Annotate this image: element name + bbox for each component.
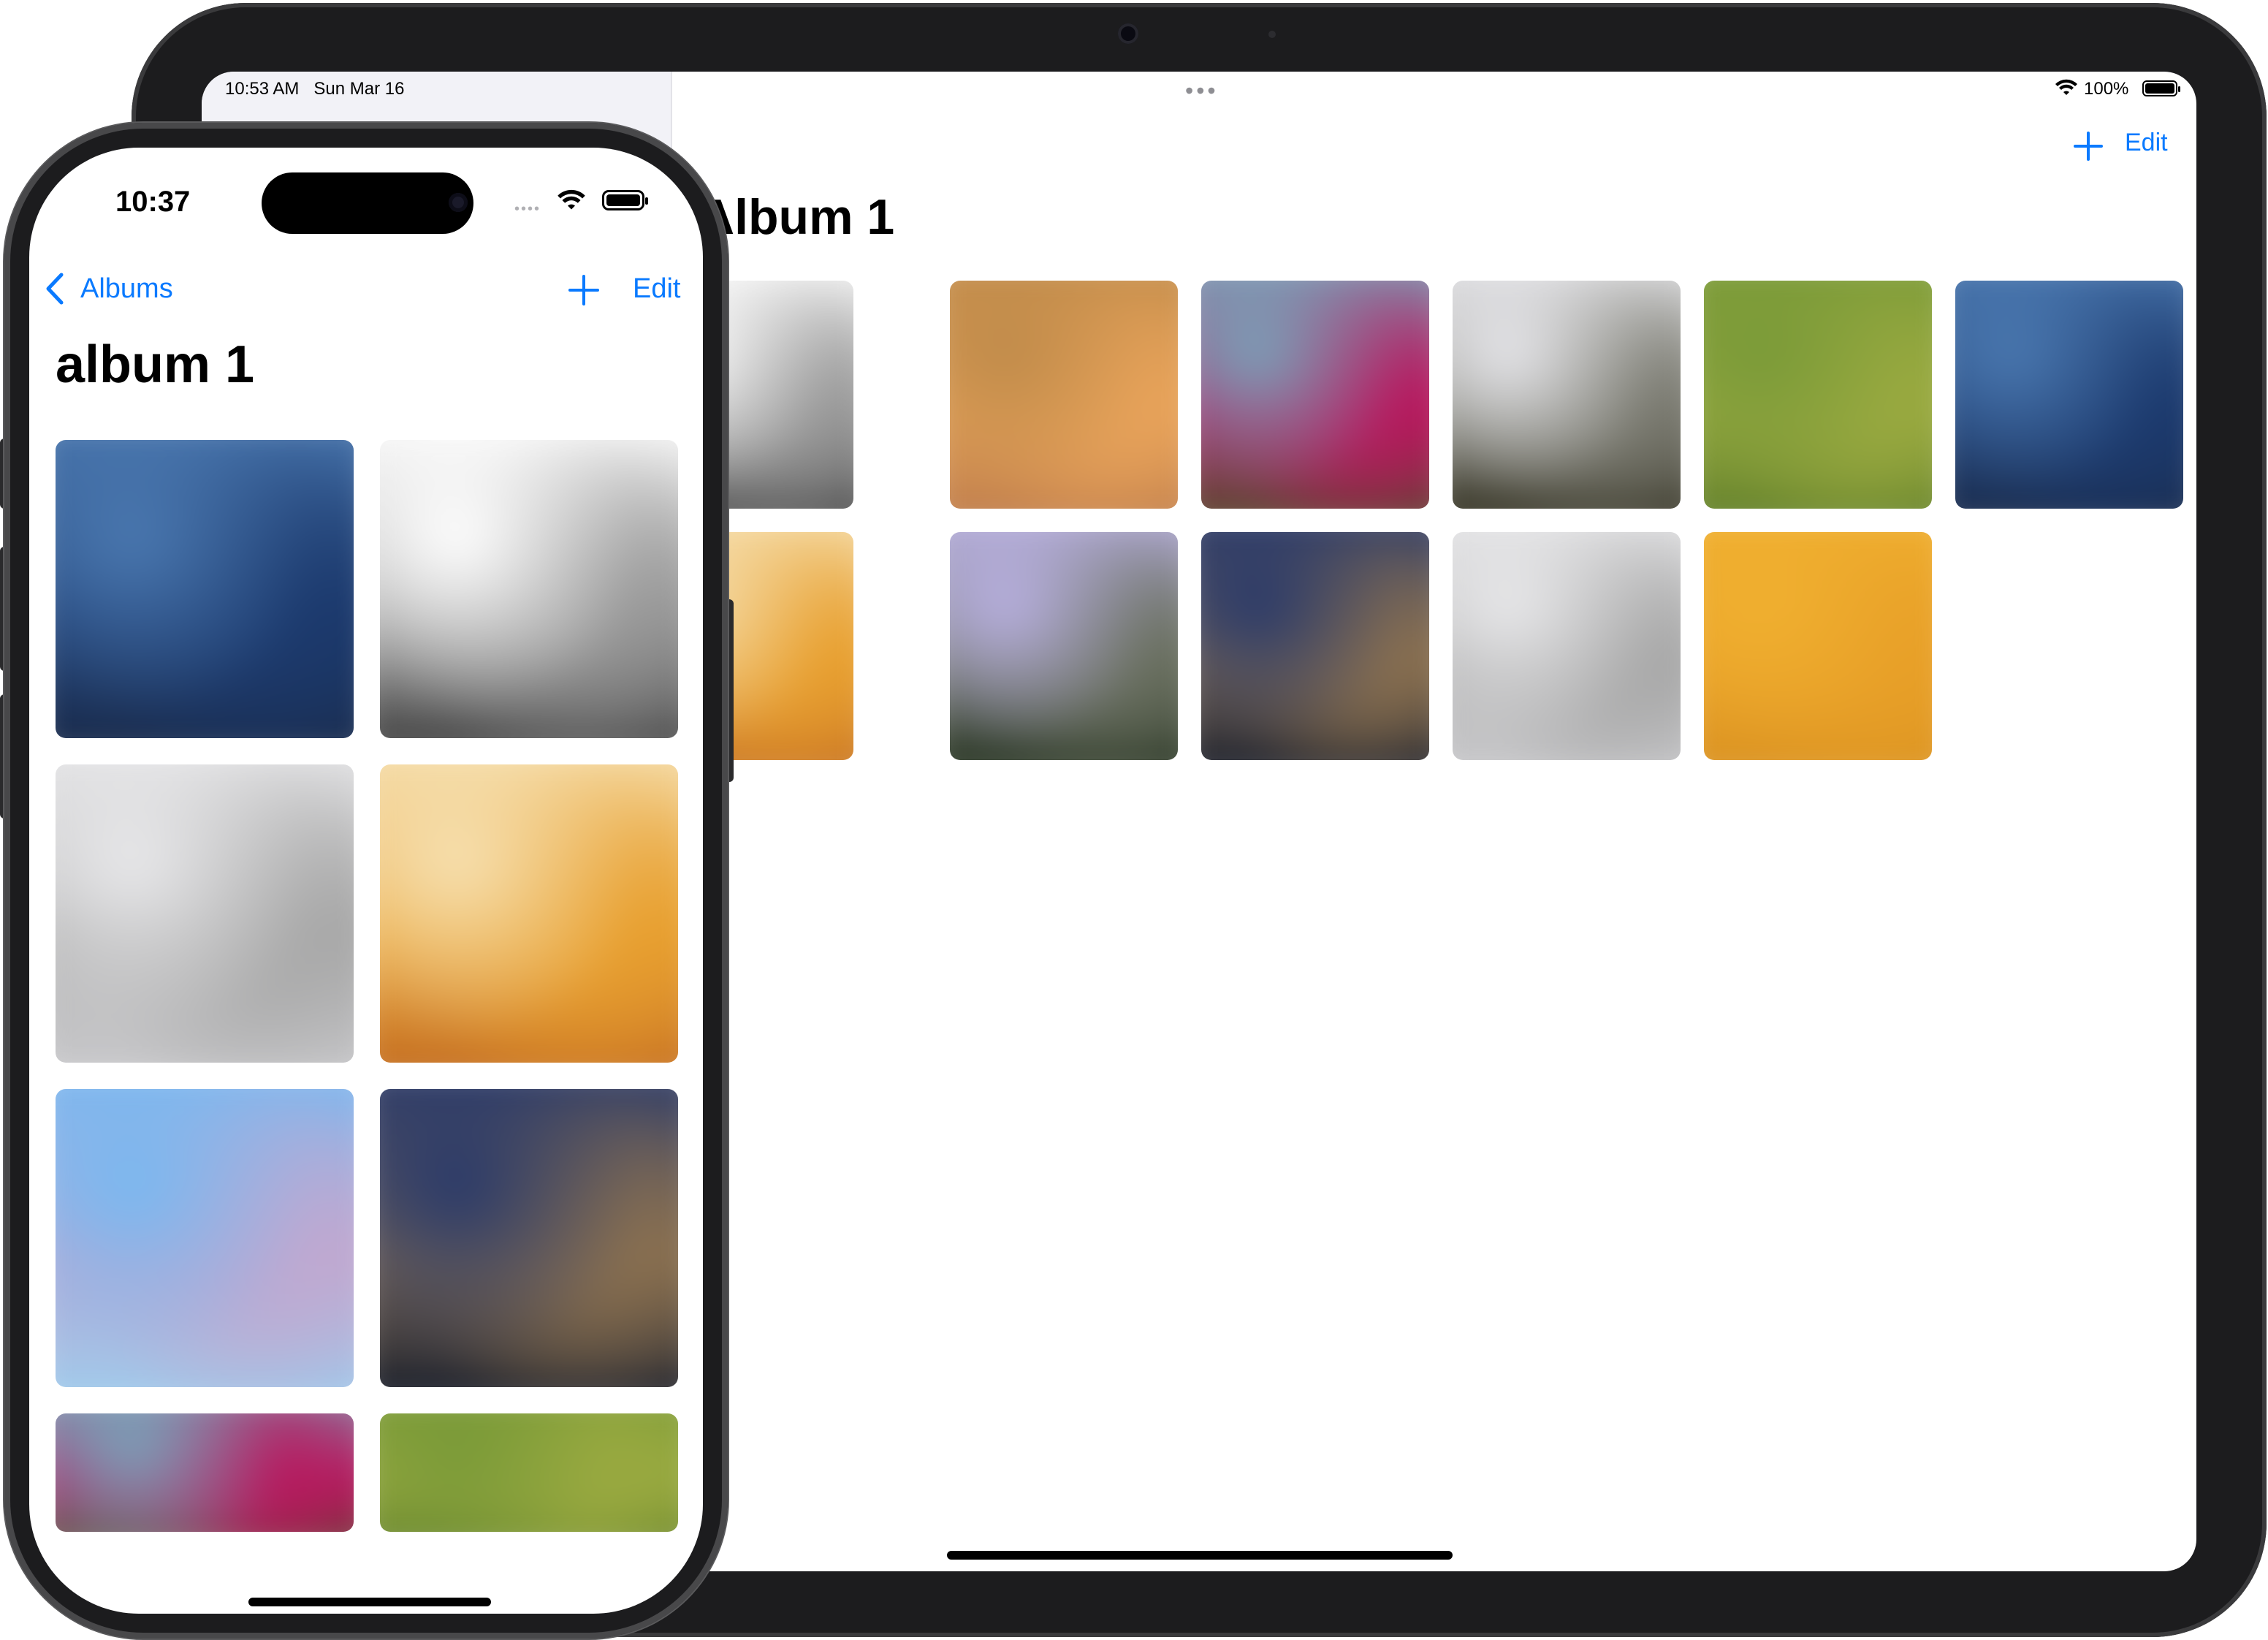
back-chevron-icon[interactable] bbox=[44, 272, 66, 305]
photo-magenta-flowers[interactable] bbox=[56, 1413, 354, 1532]
multitasking-dots-icon[interactable]: ••• bbox=[1185, 79, 1219, 102]
edit-button[interactable]: Edit bbox=[633, 273, 680, 305]
status-time: 10:53 AM bbox=[225, 79, 300, 99]
photo-gray-dark[interactable] bbox=[1453, 281, 1681, 509]
home-indicator[interactable] bbox=[947, 1551, 1453, 1560]
home-indicator[interactable] bbox=[248, 1598, 491, 1606]
wifi-icon bbox=[558, 189, 585, 210]
photo-light-gray[interactable] bbox=[56, 764, 354, 1063]
photo-blue-ocean[interactable] bbox=[56, 440, 354, 738]
iphone-screen: 10:37 •••• Albums Edit album 1 bbox=[29, 148, 703, 1614]
page-title: album 1 bbox=[56, 335, 255, 394]
photo-yellow-flower[interactable] bbox=[380, 764, 678, 1063]
add-photo-button[interactable] bbox=[567, 273, 601, 307]
photo-blue-ocean[interactable] bbox=[1955, 281, 2183, 509]
photo-light-blue[interactable] bbox=[56, 1089, 354, 1387]
photo-green[interactable] bbox=[1704, 281, 1932, 509]
photo-dusk[interactable] bbox=[380, 1089, 678, 1387]
photo-magenta-flowers[interactable] bbox=[1201, 281, 1429, 509]
ipad-front-camera bbox=[1118, 23, 1138, 44]
photo-green[interactable] bbox=[380, 1413, 678, 1532]
photo-yellow-orange[interactable] bbox=[1704, 532, 1932, 760]
cellular-signal-icon: •••• bbox=[514, 201, 541, 217]
photo-orange[interactable] bbox=[950, 281, 1178, 509]
status-time: 10:37 bbox=[115, 186, 191, 218]
back-button[interactable]: Albums bbox=[80, 273, 173, 305]
add-photo-button[interactable] bbox=[2072, 130, 2104, 162]
ipad-status-time: 10:53 AM Sun Mar 16 bbox=[225, 79, 405, 99]
photo-grayscale[interactable] bbox=[380, 440, 678, 738]
photo-dusk[interactable] bbox=[1201, 532, 1429, 760]
photo-light-gray[interactable] bbox=[1453, 532, 1681, 760]
wifi-icon bbox=[2055, 79, 2077, 95]
battery-icon bbox=[2142, 80, 2180, 96]
ipad-sensor bbox=[1268, 31, 1276, 38]
iphone-front-camera bbox=[449, 193, 468, 212]
status-date: Sun Mar 16 bbox=[313, 79, 405, 99]
dynamic-island bbox=[262, 172, 473, 234]
page-title: Album 1 bbox=[699, 189, 895, 245]
photo-lavender[interactable] bbox=[950, 532, 1178, 760]
battery-percentage: 100% bbox=[2084, 79, 2129, 99]
battery-icon bbox=[602, 190, 648, 210]
edit-button[interactable]: Edit bbox=[2125, 129, 2168, 157]
